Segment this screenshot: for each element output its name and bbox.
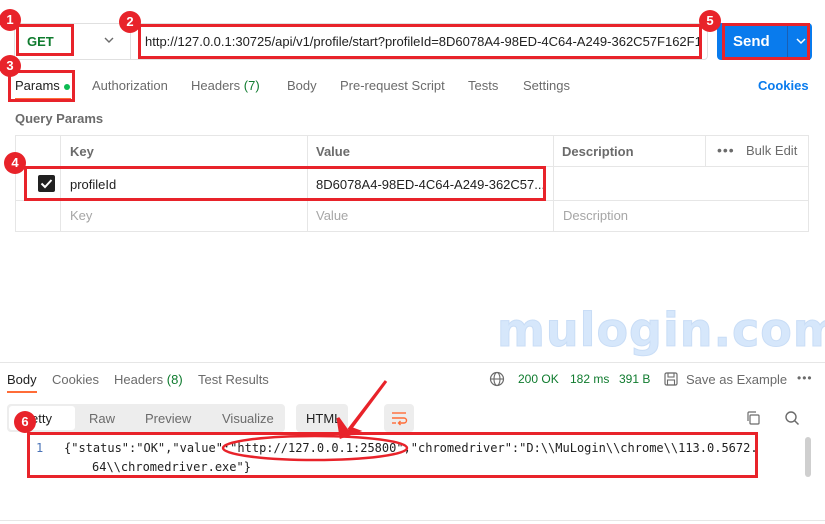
annotation-badge-4: 4 — [4, 152, 26, 174]
annotation-badge-6: 6 — [14, 411, 36, 433]
annotation-badge-2: 2 — [119, 11, 141, 33]
annotation-badge-3: 3 — [0, 55, 21, 77]
annotation-url-ellipse — [221, 434, 409, 462]
annotation-overlay — [221, 380, 409, 462]
annotation-badge-1: 1 — [0, 9, 21, 31]
annotation-arrow-icon — [336, 380, 388, 440]
annotation-badge-5: 5 — [699, 10, 721, 32]
